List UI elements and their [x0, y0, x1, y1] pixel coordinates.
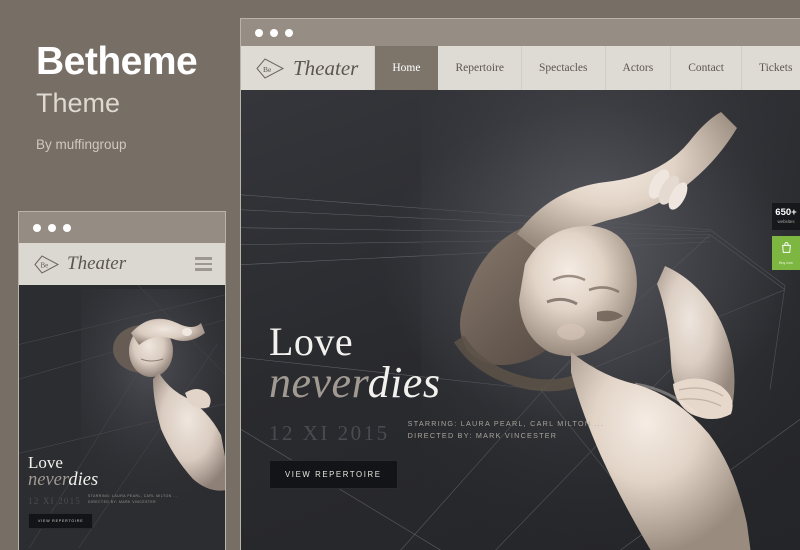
mobile-window-bar — [19, 212, 225, 243]
window-dot-icon — [48, 223, 56, 232]
mobile-logo[interactable]: Be Theater — [33, 253, 126, 275]
site-logo-text: Theater — [293, 55, 359, 80]
side-buy-now-widget[interactable]: Buy now — [772, 236, 800, 271]
window-dot-icon — [255, 28, 263, 37]
mobile-logo-text: Theater — [67, 253, 127, 274]
window-dot-icon — [63, 223, 71, 232]
nav-item-spectacles[interactable]: Spectacles — [522, 46, 606, 90]
svg-text:Be: Be — [263, 64, 272, 73]
mobile-navbar: Be Theater — [19, 243, 225, 285]
mobile-hero-copy: Love neverdies 12 XI 2015 STARRING: LAUR… — [28, 454, 177, 529]
nav-item-tickets[interactable]: Tickets — [742, 46, 800, 90]
site-logo[interactable]: Be Theater — [241, 46, 374, 90]
mobile-view-repertoire-button[interactable]: VIEW REPERTOIRE — [28, 513, 94, 529]
mobile-hero-credits: STARRING: LAURA PEARL, CARL MILTON ... D… — [88, 494, 177, 506]
browser-window-bar — [241, 19, 800, 46]
nav-item-contact[interactable]: Contact — [671, 46, 742, 90]
hamburger-menu-icon[interactable] — [195, 257, 212, 271]
hero-date: 12 XI 2015 — [269, 421, 390, 445]
nav-item-home[interactable]: Home — [374, 46, 439, 90]
mobile-hero-title-line2: neverdies — [28, 471, 177, 490]
credit-directed: DIRECTED BY: MARK VINCESTER — [407, 431, 558, 441]
promo-text-block: Betheme Theme By muffingroup — [36, 40, 236, 152]
side-widgets: 650+ websites Buy now — [772, 203, 800, 271]
mobile-hero-date: 12 XI 2015 — [28, 496, 81, 506]
mobile-hero-meta: 12 XI 2015 STARRING: LAURA PEARL, CARL M… — [28, 494, 177, 506]
hero-credits: STARRING: LAURA PEARL, CARL MILTON ... D… — [408, 418, 605, 444]
be-logo-icon: Be — [256, 57, 285, 79]
mobile-credit-directed: DIRECTED BY: MARK VINCESTER — [88, 500, 157, 505]
be-logo-icon: Be — [34, 254, 60, 274]
nav-item-actors[interactable]: Actors — [606, 46, 672, 90]
window-dot-icon — [33, 223, 41, 232]
hero-title-dies: dies — [367, 358, 441, 408]
promo-banner: Betheme Theme By muffingroup Be Theater — [0, 0, 800, 550]
mobile-hero-title-dies: dies — [68, 469, 99, 490]
site-navbar: Be Theater Home Repertoire Spectacles Ac… — [241, 46, 800, 90]
window-dot-icon — [270, 28, 278, 37]
svg-text:Be: Be — [41, 261, 49, 269]
nav-items: Home Repertoire Spectacles Actors Contac… — [374, 46, 800, 90]
hero-copy: Love neverdies 12 XI 2015 STARRING: LAUR… — [269, 322, 604, 489]
websites-count-number: 650+ — [775, 207, 797, 218]
mobile-hero-title-never: never — [28, 469, 69, 490]
mobile-hero: Love neverdies 12 XI 2015 STARRING: LAUR… — [19, 285, 225, 550]
websites-count-widget[interactable]: 650+ websites — [772, 203, 800, 231]
browser-mockup: Be Theater Home Repertoire Spectacles Ac… — [240, 18, 800, 550]
promo-author: By muffingroup — [36, 136, 127, 152]
hero-title-line2: neverdies — [269, 361, 604, 405]
nav-item-repertoire[interactable]: Repertoire — [438, 46, 522, 90]
promo-subtitle: Theme — [36, 87, 121, 118]
window-dot-icon — [285, 28, 293, 37]
page-title: Betheme — [36, 40, 198, 83]
shopping-bag-icon — [781, 242, 791, 254]
websites-count-label: websites — [777, 219, 795, 225]
view-repertoire-button[interactable]: VIEW REPERTOIRE — [269, 460, 398, 489]
hero-section: Love neverdies 12 XI 2015 STARRING: LAUR… — [241, 90, 800, 550]
hero-title-never: never — [269, 358, 368, 408]
mobile-mockup: Be Theater Love neverdies 12 XI 2015 STA… — [18, 211, 226, 550]
credit-starring: STARRING: LAURA PEARL, CARL MILTON ... — [407, 419, 605, 429]
side-buy-now-label: Buy now — [779, 261, 793, 266]
hero-title-line1: Love — [269, 319, 354, 365]
hero-meta: 12 XI 2015 STARRING: LAURA PEARL, CARL M… — [269, 418, 604, 444]
